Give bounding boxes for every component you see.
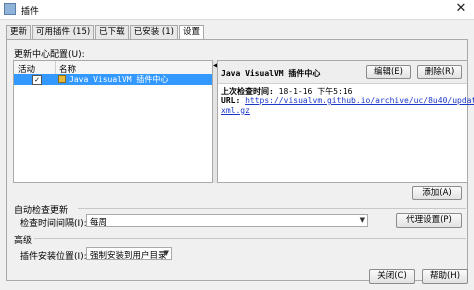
help-button[interactable]: 帮助(H): [422, 269, 468, 284]
detail-header: Java VisualVM 插件中心 编辑(E) 删除(R): [218, 61, 467, 84]
separator-line: [34, 238, 466, 239]
last-check-label: 上次检查时间:: [221, 87, 274, 96]
title-bar: 插件 ✕: [0, 0, 474, 20]
chevron-down-icon: ▼: [359, 216, 365, 224]
edit-button[interactable]: 编辑(E): [366, 65, 411, 79]
check-interval-select[interactable]: 每周 ▼: [86, 214, 368, 228]
column-divider[interactable]: [55, 61, 56, 74]
proxy-settings-button[interactable]: 代理设置(P): [396, 213, 462, 228]
close-icon: ✕: [455, 1, 467, 16]
install-location-value: 强制安装到用户目录: [90, 251, 167, 261]
close-window-button[interactable]: ✕: [453, 1, 469, 17]
install-location-select[interactable]: 强制安装到用户目录 ▼: [86, 247, 172, 261]
update-center-name: Java VisualVM 插件中心: [69, 75, 169, 84]
update-center-section-label: 更新中心配置(U):: [14, 50, 85, 60]
check-interval-value: 每周: [90, 218, 108, 228]
detail-title: Java VisualVM 插件中心: [221, 69, 321, 78]
auto-check-section-label: 自动检查更新: [14, 206, 69, 216]
tab-available-plugins[interactable]: 可用插件 (15): [32, 25, 95, 39]
chevron-down-icon: ▼: [163, 249, 169, 257]
detail-panel: Java VisualVM 插件中心 编辑(E) 删除(R) 上次检查时间: 1…: [217, 60, 474, 183]
window-title: 插件: [21, 7, 40, 17]
active-checkbox[interactable]: ✓: [32, 75, 42, 85]
add-button[interactable]: 添加(A): [412, 186, 462, 200]
tab-downloaded[interactable]: 已下载: [95, 25, 129, 39]
check-interval-label: 检查时间间隔(I):: [20, 219, 87, 229]
update-center-table: 活动 名称 ✓ Java VisualVM 插件中心: [13, 60, 213, 183]
close-button[interactable]: 关闭(C): [369, 269, 415, 284]
last-check-value: 18-1-16 下午5:16: [278, 87, 353, 96]
advanced-section-label: 高级: [14, 236, 33, 246]
tab-updates[interactable]: 更新: [6, 25, 32, 39]
plugin-icon: [58, 75, 66, 83]
check-icon: ✓: [34, 76, 40, 84]
tab-installed[interactable]: 已安装 (1): [129, 25, 178, 39]
remove-button[interactable]: 删除(R): [417, 65, 462, 79]
update-center-url-continued[interactable]: xml.gz: [221, 106, 250, 115]
app-icon: [4, 3, 16, 15]
separator-line: [78, 208, 466, 209]
update-center-url[interactable]: https://visualvm.github.io/archive/uc/8u…: [245, 96, 474, 105]
tab-strip: 更新 可用插件 (15) 已下载 已安装 (1) 设置: [6, 25, 205, 41]
url-line: URL: https://visualvm.github.io/archive/…: [221, 96, 474, 105]
url-line-continued: xml.gz: [221, 106, 250, 115]
table-row[interactable]: ✓ Java VisualVM 插件中心: [14, 74, 212, 85]
table-header: 活动 名称: [14, 61, 212, 75]
url-label: URL:: [221, 96, 241, 105]
install-location-label: 插件安装位置(I):: [20, 252, 87, 262]
